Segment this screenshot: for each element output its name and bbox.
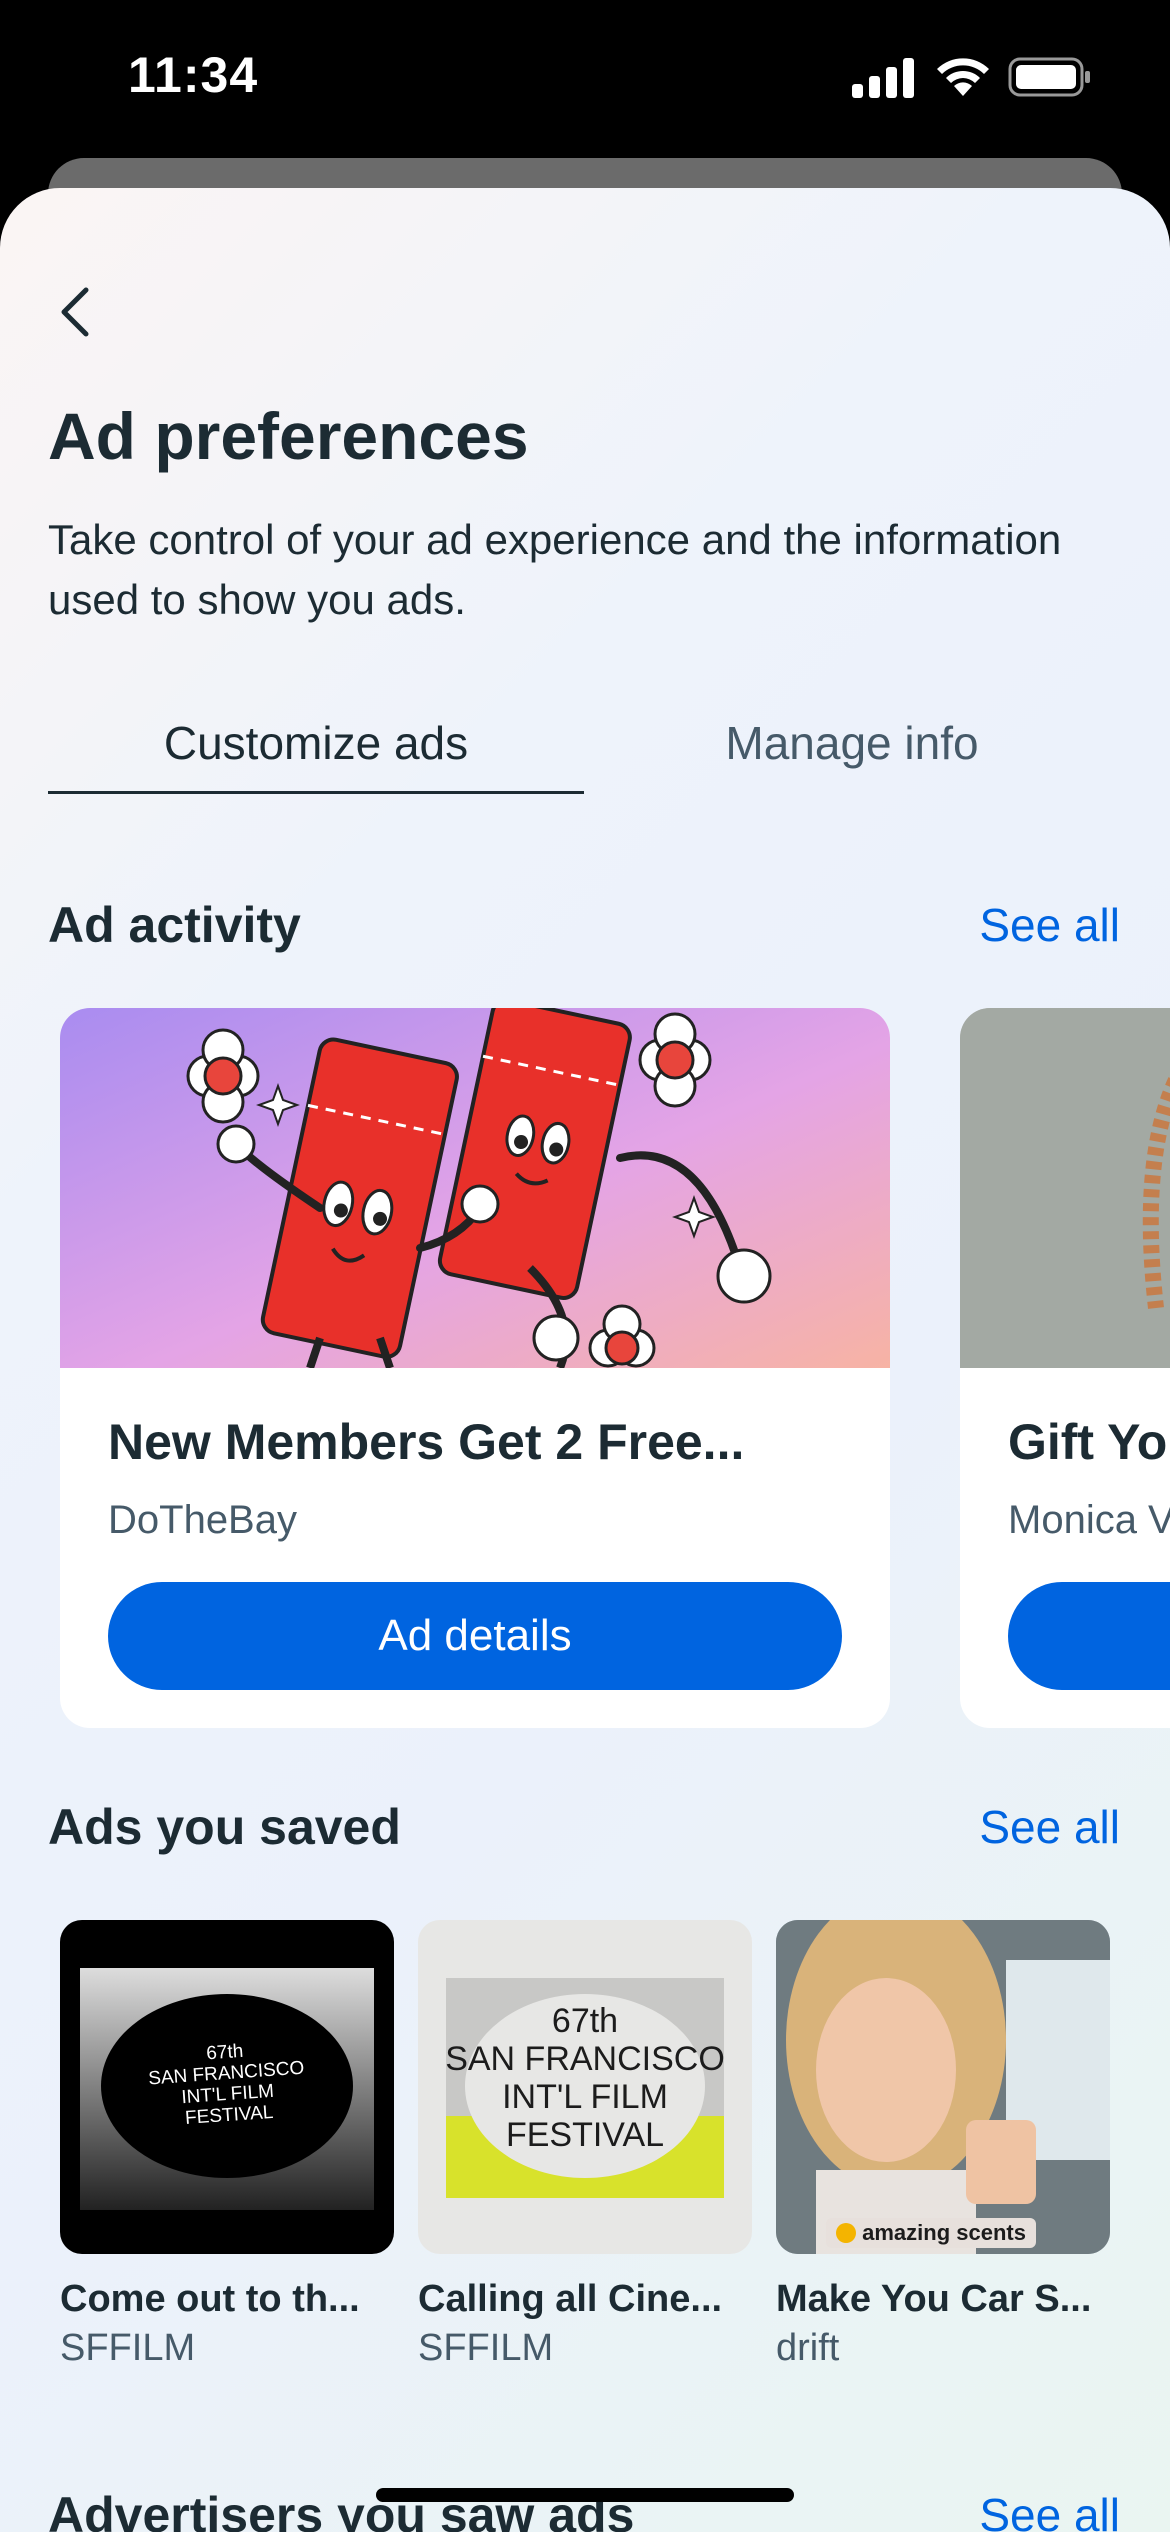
ad-advertiser: DoTheBay (108, 1498, 297, 1542)
home-indicator[interactable] (376, 2488, 794, 2502)
ad-activity-heading: Ad activity (48, 897, 301, 953)
saved-ad-thumbnail: 67th SAN FRANCISCO INT'L FILM FESTIVAL (60, 1920, 394, 2254)
tab-manage-info[interactable]: Manage info (584, 698, 1120, 794)
ads-you-saved-see-all-link[interactable]: See all (979, 1800, 1120, 1854)
status-bar: 11:34 (0, 0, 1170, 160)
tab-customize-ads[interactable]: Customize ads (48, 698, 584, 794)
saved-ad-advertiser: SFFILM (60, 2327, 196, 2369)
tab-bar: Customize ads Manage info (48, 698, 1122, 798)
saved-ad-thumbnail: 67th SAN FRANCISCO INT'L FILM FESTIVAL (418, 1920, 752, 2254)
wifi-icon (937, 58, 989, 96)
status-time: 11:34 (128, 47, 259, 103)
saved-ad-item[interactable]: 67th SAN FRANCISCO INT'L FILM FESTIVAL C… (418, 1920, 752, 2370)
back-arrow-icon[interactable] (44, 280, 108, 344)
advertisers-see-all-link[interactable]: See all (979, 2488, 1120, 2532)
saved-ad-title: Make You Car S... (776, 2278, 1092, 2320)
ad-preferences-sheet: Ad preferences Take control of your ad e… (0, 188, 1170, 2532)
cellular-signal-icon (852, 58, 914, 98)
ad-advertiser: Monica V (1008, 1498, 1170, 1542)
saved-ad-advertiser: drift (776, 2327, 840, 2369)
ad-activity-see-all-link[interactable]: See all (979, 898, 1120, 952)
ad-details-button[interactable]: Ad details (108, 1582, 842, 1690)
saved-ad-overlay-caption: amazing scents (826, 2218, 1036, 2248)
page-title: Ad preferences (48, 399, 529, 473)
ads-you-saved-heading: Ads you saved (48, 1799, 401, 1855)
saved-ad-item[interactable]: amazing scents Make You Car S... drift (776, 1920, 1110, 2370)
ad-activity-card[interactable]: New Members Get 2 Free... DoTheBay Ad de… (60, 1008, 890, 1728)
smiling-face-icon (836, 2223, 856, 2243)
battery-icon (1008, 57, 1090, 97)
saved-ad-item[interactable]: 67th SAN FRANCISCO INT'L FILM FESTIVAL C… (60, 1920, 394, 2370)
saved-ad-title: Come out to th... (60, 2278, 360, 2320)
ad-activity-card[interactable]: Gift Yo Monica V (960, 1008, 1170, 1728)
saved-ad-advertiser: SFFILM (418, 2327, 554, 2369)
ad-details-button[interactable] (1008, 1582, 1170, 1690)
ad-image (60, 1008, 890, 1368)
ad-image (960, 1008, 1170, 1368)
saved-ad-title: Calling all Cine... (418, 2278, 723, 2320)
page-subtitle: Take control of your ad experience and t… (48, 516, 1062, 623)
ad-title: New Members Get 2 Free... (108, 1414, 745, 1470)
ad-title: Gift Yo (1008, 1414, 1168, 1470)
saved-ad-poster-text: 67th SAN FRANCISCO INT'L FILM FESTIVAL (445, 2002, 725, 2154)
saved-ad-thumbnail: amazing scents (776, 1920, 1110, 2254)
